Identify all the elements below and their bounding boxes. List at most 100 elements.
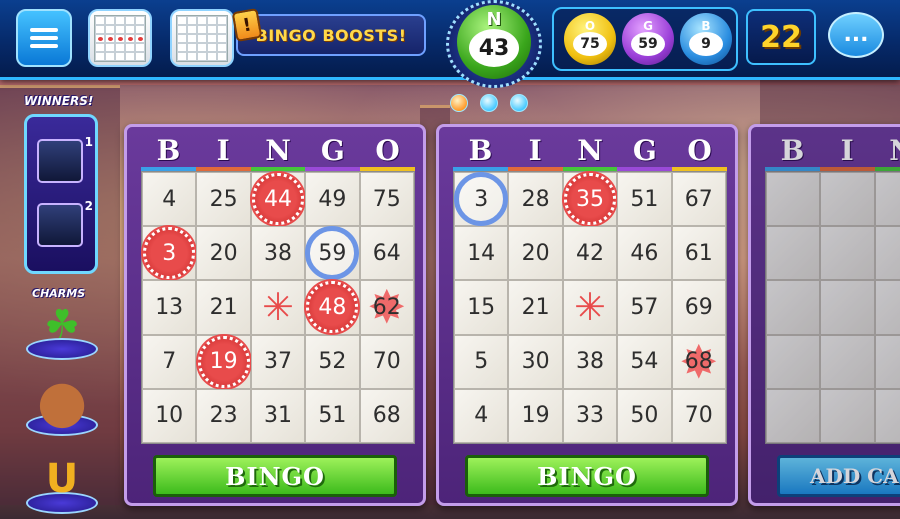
card-cell[interactable]: 57 — [617, 280, 672, 335]
card-cell[interactable]: 75 — [359, 172, 414, 227]
card-cell[interactable]: 54 — [617, 334, 672, 389]
cell-number: 50 — [630, 403, 659, 429]
bingo-button[interactable]: BINGO — [465, 455, 709, 497]
card-cell[interactable]: 35 — [562, 172, 618, 227]
card-cell[interactable]: 68 — [359, 388, 414, 443]
clover-charm[interactable]: ☘ — [22, 290, 102, 360]
cell-number: 68 — [372, 403, 401, 429]
card-cell[interactable]: 30 — [508, 334, 563, 389]
winner-avatar[interactable]: 2 — [37, 199, 93, 247]
cell-number: 70 — [684, 403, 713, 429]
cell-number: 44 — [263, 186, 292, 212]
cell-number: 75 — [372, 186, 401, 212]
cell-number: 61 — [684, 240, 713, 266]
card-cell[interactable] — [874, 172, 900, 227]
cell-number: 52 — [318, 349, 347, 375]
card-cell[interactable]: 31 — [250, 388, 306, 443]
card-cell[interactable]: 42 — [562, 226, 618, 281]
card-cell[interactable]: 69 — [671, 280, 726, 335]
card-cell[interactable]: 70 — [359, 334, 414, 389]
card-cell[interactable] — [766, 226, 821, 281]
card-cell[interactable] — [874, 334, 900, 389]
card-cell[interactable]: 19 — [508, 388, 563, 443]
card-cell[interactable]: 67 — [671, 172, 726, 227]
card-cell[interactable]: 46 — [617, 226, 672, 281]
card-cell[interactable]: 51 — [617, 172, 672, 227]
cell-number: 23 — [209, 403, 238, 429]
card-cell[interactable]: 7 — [142, 334, 197, 389]
cell-number: 21 — [521, 294, 550, 320]
page-dot[interactable] — [510, 94, 528, 112]
card-cell[interactable]: 51 — [305, 388, 360, 443]
cell-number: 30 — [521, 349, 550, 375]
card-cell[interactable]: 25 — [196, 172, 251, 227]
penny-icon: ● — [36, 367, 88, 435]
card-cell[interactable]: 48 — [305, 280, 360, 335]
card-cell[interactable]: 19 — [196, 334, 251, 389]
card-cell[interactable]: 50 — [617, 388, 672, 443]
card-cell[interactable]: 3 — [454, 172, 509, 227]
bingo-button[interactable]: BINGO — [153, 455, 397, 497]
card-cell[interactable] — [766, 172, 821, 227]
card-cell[interactable]: 14 — [454, 226, 509, 281]
bingo-boosts-button[interactable]: ! BINGO BOOSTS! — [231, 7, 426, 56]
card-cell[interactable]: 38 — [250, 226, 306, 281]
card-cell[interactable]: 21 — [508, 280, 563, 335]
cell-number: 25 — [209, 186, 238, 212]
card-cell[interactable]: 37 — [250, 334, 306, 389]
menu-button[interactable] — [16, 9, 72, 67]
card-cell[interactable]: 5 — [454, 334, 509, 389]
card-cell[interactable]: 38 — [562, 334, 618, 389]
winner-avatar[interactable]: 1 — [37, 135, 93, 183]
card-cell[interactable]: 59 — [305, 226, 360, 281]
card-cell[interactable] — [820, 388, 875, 443]
cell-number: 3 — [474, 186, 489, 212]
card-cell[interactable] — [766, 280, 821, 335]
card-cell[interactable]: 23 — [196, 388, 251, 443]
card-cell[interactable]: 20 — [196, 226, 251, 281]
pattern-line-button[interactable] — [88, 9, 152, 67]
card-cell[interactable]: 3 — [142, 226, 197, 281]
card-cell[interactable] — [820, 280, 875, 335]
card-cell[interactable]: 44 — [250, 172, 306, 227]
cell-number: 31 — [263, 403, 292, 429]
empty-bingo-card: B I N G O ADD CA — [748, 124, 900, 506]
card-cell[interactable] — [766, 334, 821, 389]
card-cell[interactable]: 61 — [671, 226, 726, 281]
card-cell[interactable]: 64 — [359, 226, 414, 281]
cell-number: 49 — [318, 186, 347, 212]
card-cell[interactable] — [820, 334, 875, 389]
card-cell[interactable]: 13 — [142, 280, 197, 335]
card-cell[interactable]: 33 — [562, 388, 618, 443]
card-cell[interactable]: ✳ — [250, 280, 306, 335]
page-dot[interactable] — [450, 94, 468, 112]
card-cell[interactable]: 62 — [359, 280, 414, 335]
card-cell[interactable]: ✳ — [562, 280, 618, 335]
card-cell[interactable]: 49 — [305, 172, 360, 227]
card-cell[interactable] — [766, 388, 821, 443]
penny-charm[interactable]: ● — [22, 366, 102, 436]
card-cell[interactable]: 52 — [305, 334, 360, 389]
card-cell[interactable] — [820, 172, 875, 227]
pattern-full-button[interactable] — [170, 9, 234, 67]
card-cell[interactable]: 20 — [508, 226, 563, 281]
add-card-button[interactable]: ADD CA — [777, 455, 900, 497]
page-dot[interactable] — [480, 94, 498, 112]
card-cell[interactable]: 70 — [671, 388, 726, 443]
card-cell[interactable]: 15 — [454, 280, 509, 335]
card-cell[interactable] — [874, 226, 900, 281]
chat-bubble-icon: ... — [843, 22, 869, 47]
horseshoe-charm[interactable]: U — [22, 444, 102, 514]
card-cell[interactable] — [874, 388, 900, 443]
card-cell[interactable]: 4 — [142, 172, 197, 227]
card-cell[interactable]: 10 — [142, 388, 197, 443]
card-cell[interactable]: 68 — [671, 334, 726, 389]
card-cell[interactable]: 21 — [196, 280, 251, 335]
winners-panel: 1 2 — [24, 114, 98, 274]
card-page-indicator — [450, 94, 528, 112]
card-cell[interactable] — [820, 226, 875, 281]
card-cell[interactable] — [874, 280, 900, 335]
card-cell[interactable]: 4 — [454, 388, 509, 443]
card-cell[interactable]: 28 — [508, 172, 563, 227]
chat-button[interactable]: ... — [828, 12, 884, 58]
